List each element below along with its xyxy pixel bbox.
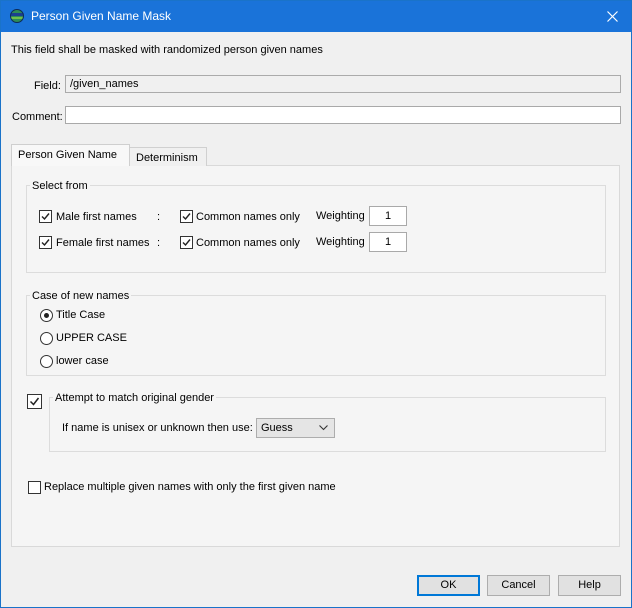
window-title: Person Given Name Mask [31, 9, 172, 23]
chevron-down-icon [319, 425, 328, 431]
lower-case-radio[interactable] [40, 355, 53, 368]
male-common-names-label: Common names only [196, 211, 300, 223]
female-common-names-checkbox[interactable] [180, 236, 193, 249]
upper-case-label: UPPER CASE [56, 332, 127, 344]
field-path-field: /given_names [65, 75, 621, 93]
match-gender-checkbox[interactable] [27, 394, 42, 409]
ok-button[interactable]: OK [417, 575, 480, 596]
match-gender-label: Attempt to match original gender [53, 391, 216, 405]
cancel-button[interactable]: Cancel [487, 575, 550, 596]
comment-field[interactable] [65, 106, 621, 124]
tab-person-given-name[interactable]: Person Given Name [11, 144, 130, 166]
checkmark-icon [41, 239, 50, 247]
unisex-dropdown[interactable]: Guess [256, 418, 335, 438]
male-weighting-input[interactable]: 1 [369, 206, 407, 226]
replace-multiple-label: Replace multiple given names with only t… [44, 481, 336, 493]
tab-determinism[interactable]: Determinism [129, 147, 207, 166]
female-common-names-label: Common names only [196, 237, 300, 249]
unisex-dropdown-value: Guess [261, 422, 293, 434]
title-case-label: Title Case [56, 309, 106, 321]
close-button[interactable] [593, 1, 631, 32]
select-from-title: Select from [30, 179, 90, 193]
row-separator: : [157, 237, 161, 249]
dialog-window: Person Given Name Mask This field shall … [0, 0, 632, 608]
female-weighting-input[interactable]: 1 [369, 232, 407, 252]
lower-case-label: lower case [56, 355, 109, 367]
comment-label: Comment: [12, 111, 63, 123]
female-first-names-checkbox[interactable] [39, 236, 52, 249]
title-case-radio[interactable] [40, 309, 53, 322]
female-weighting-label: Weighting [316, 236, 365, 248]
select-from-group [26, 185, 606, 273]
male-first-names-checkbox[interactable] [39, 210, 52, 223]
male-first-names-label: Male first names [56, 211, 137, 223]
checkmark-icon [41, 213, 50, 221]
case-group-title: Case of new names [30, 289, 132, 303]
app-globe-icon [10, 9, 24, 23]
close-icon [606, 11, 618, 22]
checkmark-icon [182, 239, 191, 247]
male-common-names-checkbox[interactable] [180, 210, 193, 223]
upper-case-radio[interactable] [40, 332, 53, 345]
help-button[interactable]: Help [558, 575, 621, 596]
unisex-label: If name is unisex or unknown then use: [62, 422, 253, 434]
title-bar: Person Given Name Mask [1, 1, 631, 32]
male-weighting-label: Weighting [316, 210, 365, 222]
replace-multiple-checkbox[interactable] [28, 481, 41, 494]
dialog-description: This field shall be masked with randomiz… [11, 44, 323, 56]
checkmark-icon [29, 397, 40, 406]
field-label: Field: [34, 80, 61, 92]
row-separator: : [157, 211, 161, 223]
female-first-names-label: Female first names [56, 237, 150, 249]
checkmark-icon [182, 213, 191, 221]
